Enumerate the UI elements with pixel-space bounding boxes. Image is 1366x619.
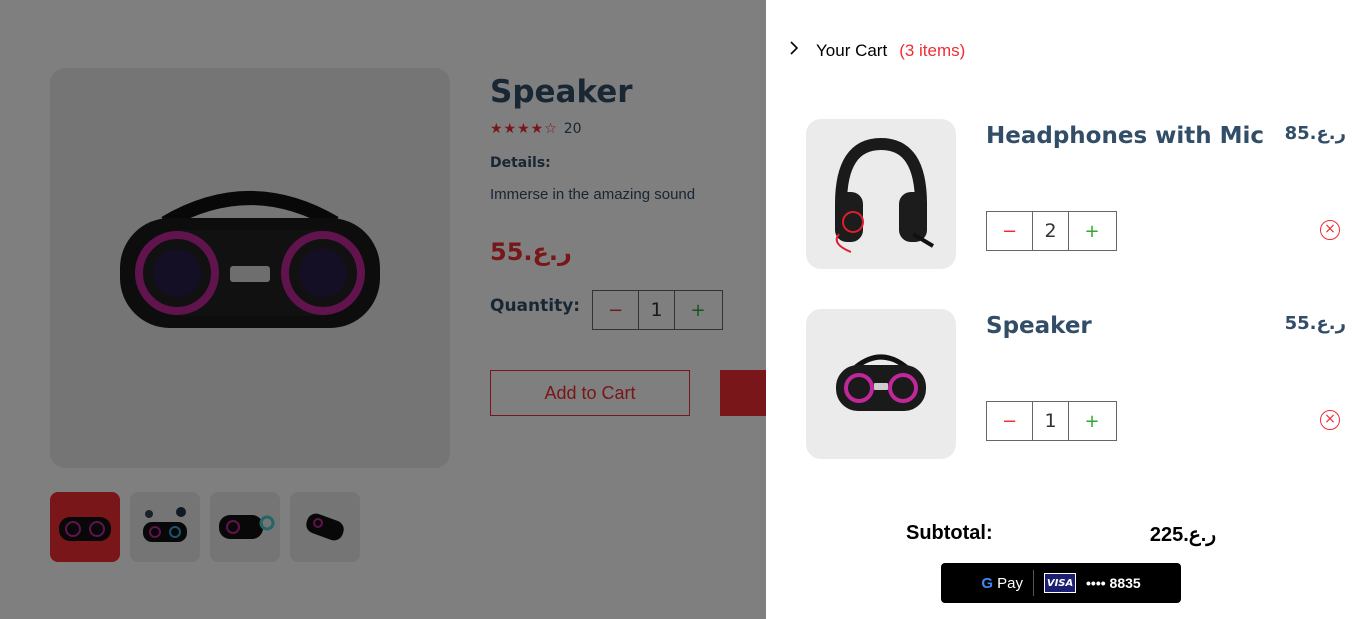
cart-title: Your Cart: [816, 40, 888, 60]
visa-card-icon: VISA: [1044, 573, 1077, 593]
cart-item-image: [806, 309, 956, 459]
subtotal-value: ر.ع.225: [1149, 524, 1216, 546]
cart-item-quantity-stepper: − 2 +: [986, 211, 1117, 251]
increase-quantity-button[interactable]: +: [1069, 212, 1115, 250]
speaker-icon: [836, 354, 926, 411]
quantity-value: 1: [1033, 402, 1069, 440]
cart-item-price: ر.ع.55: [1284, 313, 1346, 334]
close-circle-icon: ×: [1324, 411, 1336, 427]
decrease-quantity-button[interactable]: −: [987, 402, 1033, 440]
remove-item-button[interactable]: ×: [1320, 220, 1340, 240]
cart-item-price: ر.ع.85: [1284, 123, 1346, 144]
cart-item-count: (3 items): [899, 40, 966, 60]
subtotal-row: Subtotal: ر.ع.225: [906, 522, 1216, 547]
remove-item-button[interactable]: ×: [1320, 410, 1340, 430]
cart-item-quantity-stepper: − 1 +: [986, 401, 1117, 441]
headphones-icon: [835, 137, 935, 253]
divider: [1033, 570, 1035, 596]
cart-item-image: [806, 119, 956, 269]
quantity-value: 2: [1033, 212, 1069, 250]
cart-item-name: Headphones with Mic: [986, 123, 1265, 149]
subtotal-label: Subtotal:: [906, 522, 993, 544]
cart-item: Headphones with Mic ر.ع.85 − 2 + ×: [806, 119, 1346, 269]
close-circle-icon: ×: [1324, 221, 1336, 237]
cart-item-name: Speaker: [986, 313, 1092, 339]
decrease-quantity-button[interactable]: −: [987, 212, 1033, 250]
google-pay-logo: G Pay: [981, 574, 1024, 592]
google-pay-button[interactable]: G Pay VISA •••• 8835: [941, 563, 1181, 603]
chevron-right-icon: [788, 40, 816, 61]
cart-panel: Your Cart (3 items) Headphones with Mic …: [766, 0, 1366, 619]
cart-item: Speaker ر.ع.55 − 1 + ×: [806, 309, 1346, 459]
cart-heading-button[interactable]: Your Cart (3 items): [788, 40, 965, 61]
increase-quantity-button[interactable]: +: [1069, 402, 1115, 440]
card-number: •••• 8835: [1086, 575, 1141, 591]
